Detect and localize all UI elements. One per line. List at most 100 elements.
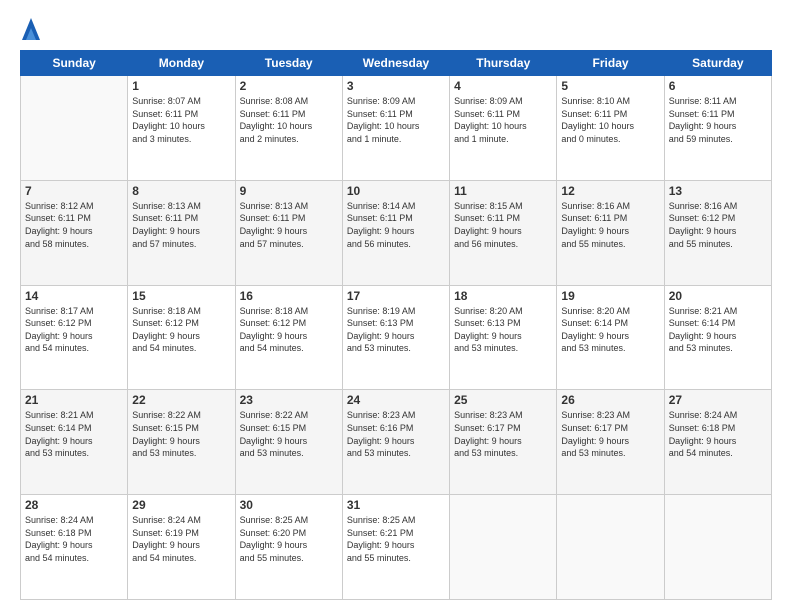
calendar-cell: 2 Sunrise: 8:08 AM Sunset: 6:11 PM Daylig…: [235, 76, 342, 181]
day-number: 22: [132, 393, 230, 407]
day-number: 13: [669, 184, 767, 198]
day-number: 27: [669, 393, 767, 407]
dow-header: Wednesday: [342, 51, 449, 76]
calendar-cell: 15Sunrise: 8:18 AM Sunset: 6:12 PM Dayli…: [128, 285, 235, 390]
dow-header: Saturday: [664, 51, 771, 76]
calendar-cell: 14 Sunrise: 8:17 AM Sunset: 6:12 PM Dayli…: [21, 285, 128, 390]
day-info: Sunrise: 8:20 AM Sunset: 6:13 PM Dayligh…: [454, 305, 552, 355]
day-info: Sunrise: 8:22 AM Sunset: 6:15 PM Dayligh…: [240, 409, 338, 459]
day-number: 16: [240, 289, 338, 303]
day-info: Sunrise: 8:09 AM Sunset: 6:11 PM Dayligh…: [454, 95, 552, 145]
calendar-week-row: 21Sunrise: 8:21 AM Sunset: 6:14 PM Dayli…: [21, 390, 772, 495]
calendar-cell: 18 Sunrise: 8:20 AM Sunset: 6:13 PM Dayli…: [450, 285, 557, 390]
day-info: Sunrise: 8:07 AM Sunset: 6:11 PM Dayligh…: [132, 95, 230, 145]
day-number: 23: [240, 393, 338, 407]
logo: [20, 18, 40, 40]
day-info: Sunrise: 8:23 AM Sunset: 6:16 PM Dayligh…: [347, 409, 445, 459]
calendar-cell: 5Sunrise: 8:10 AM Sunset: 6:11 PM Daylig…: [557, 76, 664, 181]
day-number: 4: [454, 79, 552, 93]
day-info: Sunrise: 8:15 AM Sunset: 6:11 PM Dayligh…: [454, 200, 552, 250]
day-info: Sunrise: 8:11 AM Sunset: 6:11 PM Dayligh…: [669, 95, 767, 145]
calendar-cell: 12 Sunrise: 8:16 AM Sunset: 6:11 PM Dayli…: [557, 180, 664, 285]
day-info: Sunrise: 8:18 AM Sunset: 6:12 PM Dayligh…: [132, 305, 230, 355]
calendar-cell: 4 Sunrise: 8:09 AM Sunset: 6:11 PM Daylig…: [450, 76, 557, 181]
day-info: Sunrise: 8:25 AM Sunset: 6:20 PM Dayligh…: [240, 514, 338, 564]
dow-header: Sunday: [21, 51, 128, 76]
day-info: Sunrise: 8:24 AM Sunset: 6:19 PM Dayligh…: [132, 514, 230, 564]
calendar-table: SundayMondayTuesdayWednesdayThursdayFrid…: [20, 50, 772, 600]
calendar-cell: 16 Sunrise: 8:18 AM Sunset: 6:12 PM Dayli…: [235, 285, 342, 390]
calendar-cell: 3 Sunrise: 8:09 AM Sunset: 6:11 PM Daylig…: [342, 76, 449, 181]
day-info: Sunrise: 8:13 AM Sunset: 6:11 PM Dayligh…: [132, 200, 230, 250]
day-number: 8: [132, 184, 230, 198]
calendar-cell: 8 Sunrise: 8:13 AM Sunset: 6:11 PM Daylig…: [128, 180, 235, 285]
calendar-cell: 22 Sunrise: 8:22 AM Sunset: 6:15 PM Dayli…: [128, 390, 235, 495]
day-number: 24: [347, 393, 445, 407]
day-number: 17: [347, 289, 445, 303]
day-number: 19: [561, 289, 659, 303]
day-info: Sunrise: 8:20 AM Sunset: 6:14 PM Dayligh…: [561, 305, 659, 355]
day-number: 18: [454, 289, 552, 303]
day-info: Sunrise: 8:16 AM Sunset: 6:12 PM Dayligh…: [669, 200, 767, 250]
day-info: Sunrise: 8:19 AM Sunset: 6:13 PM Dayligh…: [347, 305, 445, 355]
day-info: Sunrise: 8:23 AM Sunset: 6:17 PM Dayligh…: [561, 409, 659, 459]
calendar-cell: 31 Sunrise: 8:25 AM Sunset: 6:21 PM Dayli…: [342, 495, 449, 600]
calendar-cell: 9Sunrise: 8:13 AM Sunset: 6:11 PM Daylig…: [235, 180, 342, 285]
calendar-cell: 19 Sunrise: 8:20 AM Sunset: 6:14 PM Dayli…: [557, 285, 664, 390]
day-number: 10: [347, 184, 445, 198]
calendar-week-row: 1 Sunrise: 8:07 AM Sunset: 6:11 PM Daylig…: [21, 76, 772, 181]
day-info: Sunrise: 8:22 AM Sunset: 6:15 PM Dayligh…: [132, 409, 230, 459]
day-info: Sunrise: 8:09 AM Sunset: 6:11 PM Dayligh…: [347, 95, 445, 145]
day-number: 31: [347, 498, 445, 512]
day-number: 14: [25, 289, 123, 303]
day-number: 28: [25, 498, 123, 512]
calendar-cell: 23 Sunrise: 8:22 AM Sunset: 6:15 PM Dayli…: [235, 390, 342, 495]
day-number: 11: [454, 184, 552, 198]
day-info: Sunrise: 8:24 AM Sunset: 6:18 PM Dayligh…: [25, 514, 123, 564]
calendar-cell: 29 Sunrise: 8:24 AM Sunset: 6:19 PM Dayli…: [128, 495, 235, 600]
day-number: 6: [669, 79, 767, 93]
calendar-cell: 17 Sunrise: 8:19 AM Sunset: 6:13 PM Dayli…: [342, 285, 449, 390]
dow-header: Thursday: [450, 51, 557, 76]
day-info: Sunrise: 8:16 AM Sunset: 6:11 PM Dayligh…: [561, 200, 659, 250]
calendar-cell: 7Sunrise: 8:12 AM Sunset: 6:11 PM Daylig…: [21, 180, 128, 285]
day-info: Sunrise: 8:14 AM Sunset: 6:11 PM Dayligh…: [347, 200, 445, 250]
calendar-cell: 24 Sunrise: 8:23 AM Sunset: 6:16 PM Dayli…: [342, 390, 449, 495]
logo-text: [20, 18, 40, 40]
day-of-week-row: SundayMondayTuesdayWednesdayThursdayFrid…: [21, 51, 772, 76]
dow-header: Friday: [557, 51, 664, 76]
day-info: Sunrise: 8:18 AM Sunset: 6:12 PM Dayligh…: [240, 305, 338, 355]
day-info: Sunrise: 8:25 AM Sunset: 6:21 PM Dayligh…: [347, 514, 445, 564]
day-info: Sunrise: 8:21 AM Sunset: 6:14 PM Dayligh…: [669, 305, 767, 355]
day-number: 1: [132, 79, 230, 93]
calendar-cell: 13 Sunrise: 8:16 AM Sunset: 6:12 PM Dayli…: [664, 180, 771, 285]
day-info: Sunrise: 8:24 AM Sunset: 6:18 PM Dayligh…: [669, 409, 767, 459]
day-number: 29: [132, 498, 230, 512]
calendar-cell: [21, 76, 128, 181]
day-info: Sunrise: 8:12 AM Sunset: 6:11 PM Dayligh…: [25, 200, 123, 250]
calendar-cell: 26 Sunrise: 8:23 AM Sunset: 6:17 PM Dayli…: [557, 390, 664, 495]
calendar-cell: [557, 495, 664, 600]
day-info: Sunrise: 8:08 AM Sunset: 6:11 PM Dayligh…: [240, 95, 338, 145]
day-number: 5: [561, 79, 659, 93]
calendar-cell: 30 Sunrise: 8:25 AM Sunset: 6:20 PM Dayli…: [235, 495, 342, 600]
day-number: 3: [347, 79, 445, 93]
dow-header: Tuesday: [235, 51, 342, 76]
day-number: 21: [25, 393, 123, 407]
day-info: Sunrise: 8:23 AM Sunset: 6:17 PM Dayligh…: [454, 409, 552, 459]
day-info: Sunrise: 8:17 AM Sunset: 6:12 PM Dayligh…: [25, 305, 123, 355]
calendar-cell: 6 Sunrise: 8:11 AM Sunset: 6:11 PM Daylig…: [664, 76, 771, 181]
calendar-cell: 21Sunrise: 8:21 AM Sunset: 6:14 PM Dayli…: [21, 390, 128, 495]
calendar-cell: 28 Sunrise: 8:24 AM Sunset: 6:18 PM Dayli…: [21, 495, 128, 600]
day-number: 2: [240, 79, 338, 93]
calendar-week-row: 28 Sunrise: 8:24 AM Sunset: 6:18 PM Dayli…: [21, 495, 772, 600]
day-number: 26: [561, 393, 659, 407]
day-number: 20: [669, 289, 767, 303]
calendar-week-row: 7Sunrise: 8:12 AM Sunset: 6:11 PM Daylig…: [21, 180, 772, 285]
calendar-cell: 10 Sunrise: 8:14 AM Sunset: 6:11 PM Dayli…: [342, 180, 449, 285]
day-number: 12: [561, 184, 659, 198]
logo-icon: [22, 18, 40, 40]
day-number: 30: [240, 498, 338, 512]
page: SundayMondayTuesdayWednesdayThursdayFrid…: [0, 0, 792, 612]
day-info: Sunrise: 8:13 AM Sunset: 6:11 PM Dayligh…: [240, 200, 338, 250]
